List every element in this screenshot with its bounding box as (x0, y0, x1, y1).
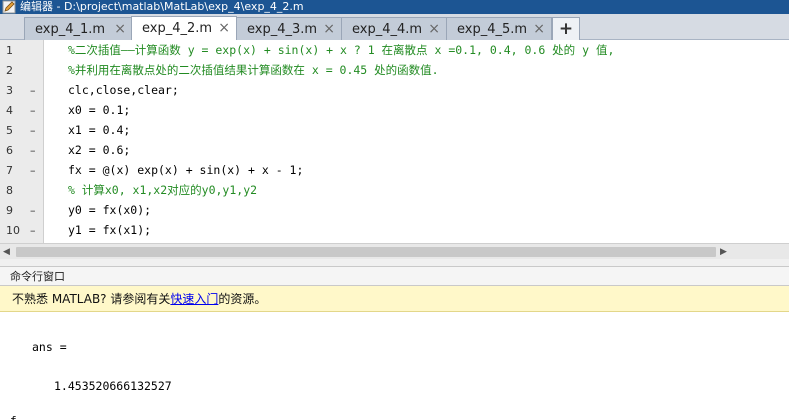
panel-divider[interactable] (0, 259, 789, 266)
quick-start-link[interactable]: 快速入门 (170, 290, 218, 307)
line-breakpoint-marker[interactable]: – (30, 224, 36, 237)
line-breakpoint-marker[interactable]: – (30, 124, 36, 137)
code-text: %二次插值——计算函数 y = exp(x) + sin(x) + x ? 1 … (68, 43, 615, 57)
line-number: 9 (6, 203, 13, 217)
code-line[interactable]: 8 % 计算x0, x1,x2对应的y0,y1,y2 (0, 180, 789, 200)
tab-close-icon[interactable]: × (533, 21, 545, 37)
tab-close-icon[interactable]: × (428, 21, 440, 37)
code-line[interactable]: 5 – x1 = 0.4; (0, 120, 789, 140)
tab-label: exp_4_1.m (35, 21, 106, 37)
editor-horizontal-scrollbar[interactable]: ◀ ▶ (0, 243, 789, 259)
scroll-right-arrow-icon[interactable]: ▶ (720, 247, 727, 257)
command-window-title: 命令行窗口 (10, 270, 65, 283)
tab-label: exp_4_2.m (142, 21, 213, 36)
output-variable-label: ans = (32, 340, 67, 354)
code-text: x2 = 0.6; (68, 143, 131, 157)
tab-label: exp_4_4.m (352, 21, 423, 37)
line-number: 3 (6, 83, 13, 97)
tab-close-icon[interactable]: × (218, 20, 230, 36)
tab-close-icon[interactable]: × (114, 21, 126, 37)
command-window-output[interactable]: ans = 1.453520666132527 f (0, 312, 789, 420)
tab-label: exp_4_3.m (247, 21, 318, 37)
code-text: %并利用在离散点处的二次插值结果计算函数在 x = 0.45 处的函数值. (68, 63, 439, 77)
line-number: 1 (6, 43, 13, 57)
tab-exp-4-4[interactable]: exp_4_4.m × (341, 17, 447, 40)
command-prompt[interactable]: f (10, 414, 17, 420)
code-text: y1 = fx(x1); (68, 223, 152, 237)
code-line[interactable]: 1 %二次插值——计算函数 y = exp(x) + sin(x) + x ? … (0, 40, 789, 60)
code-text: % 计算x0, x1,x2对应的y0,y1,y2 (68, 183, 258, 197)
line-number: 7 (6, 163, 13, 177)
line-breakpoint-marker[interactable]: – (30, 144, 36, 157)
code-line[interactable]: 4 – x0 = 0.1; (0, 100, 789, 120)
tab-exp-4-2[interactable]: exp_4_2.m × (131, 16, 237, 40)
code-text: fx = @(x) exp(x) + sin(x) + x - 1; (68, 163, 304, 177)
code-line[interactable]: 7 – fx = @(x) exp(x) + sin(x) + x - 1; (0, 160, 789, 180)
line-breakpoint-marker[interactable]: – (30, 164, 36, 177)
line-number: 6 (6, 143, 13, 157)
code-line[interactable]: 3 – clc,close,clear; (0, 80, 789, 100)
tab-exp-4-3[interactable]: exp_4_3.m × (236, 17, 342, 40)
code-line[interactable]: 10 – y1 = fx(x1); (0, 220, 789, 240)
notice-suffix: 的资源。 (218, 292, 267, 306)
tab-exp-4-5[interactable]: exp_4_5.m × (446, 17, 552, 40)
notice-prefix: 不熟悉 MATLAB? 请参阅有关 (12, 292, 171, 306)
code-line[interactable]: 2 %并利用在离散点处的二次插值结果计算函数在 x = 0.45 处的函数值. (0, 60, 789, 80)
line-number: 8 (6, 183, 13, 197)
editor-tab-strip: exp_4_1.m × exp_4_2.m × exp_4_3.m × exp_… (0, 14, 789, 40)
line-breakpoint-marker[interactable]: – (30, 84, 36, 97)
code-text: x0 = 0.1; (68, 103, 131, 117)
code-editor[interactable]: 1 %二次插值——计算函数 y = exp(x) + sin(x) + x ? … (0, 40, 789, 243)
command-window-header: 命令行窗口 (0, 266, 789, 286)
line-number: 4 (6, 103, 13, 117)
window-titlebar: 编辑器 - D:\project\matlab\MatLab\exp_4\exp… (0, 0, 789, 14)
code-line[interactable]: 9 – y0 = fx(x0); (0, 200, 789, 220)
add-tab-button[interactable]: + (552, 17, 580, 40)
line-breakpoint-marker[interactable]: – (30, 204, 36, 217)
line-breakpoint-marker[interactable]: – (30, 104, 36, 117)
editor-pencil-icon (2, 0, 16, 14)
line-number: 10 (6, 223, 20, 237)
tab-close-icon[interactable]: × (323, 21, 335, 37)
code-line[interactable]: 6 – x2 = 0.6; (0, 140, 789, 160)
window-title: 编辑器 - D:\project\matlab\MatLab\exp_4\exp… (20, 0, 304, 13)
line-number: 2 (6, 63, 13, 77)
getting-started-notice: 不熟悉 MATLAB? 请参阅有关 快速入门 的资源。 (0, 286, 789, 312)
output-value: 1.453520666132527 (54, 379, 172, 393)
tab-exp-4-1[interactable]: exp_4_1.m × (24, 17, 133, 40)
code-text: x1 = 0.4; (68, 123, 131, 137)
tab-label: exp_4_5.m (457, 21, 528, 37)
scrollbar-thumb[interactable] (16, 247, 716, 257)
code-text: y0 = fx(x0); (68, 203, 152, 217)
line-number: 5 (6, 123, 13, 137)
scroll-left-arrow-icon[interactable]: ◀ (3, 247, 10, 257)
code-text: clc,close,clear; (68, 83, 179, 97)
